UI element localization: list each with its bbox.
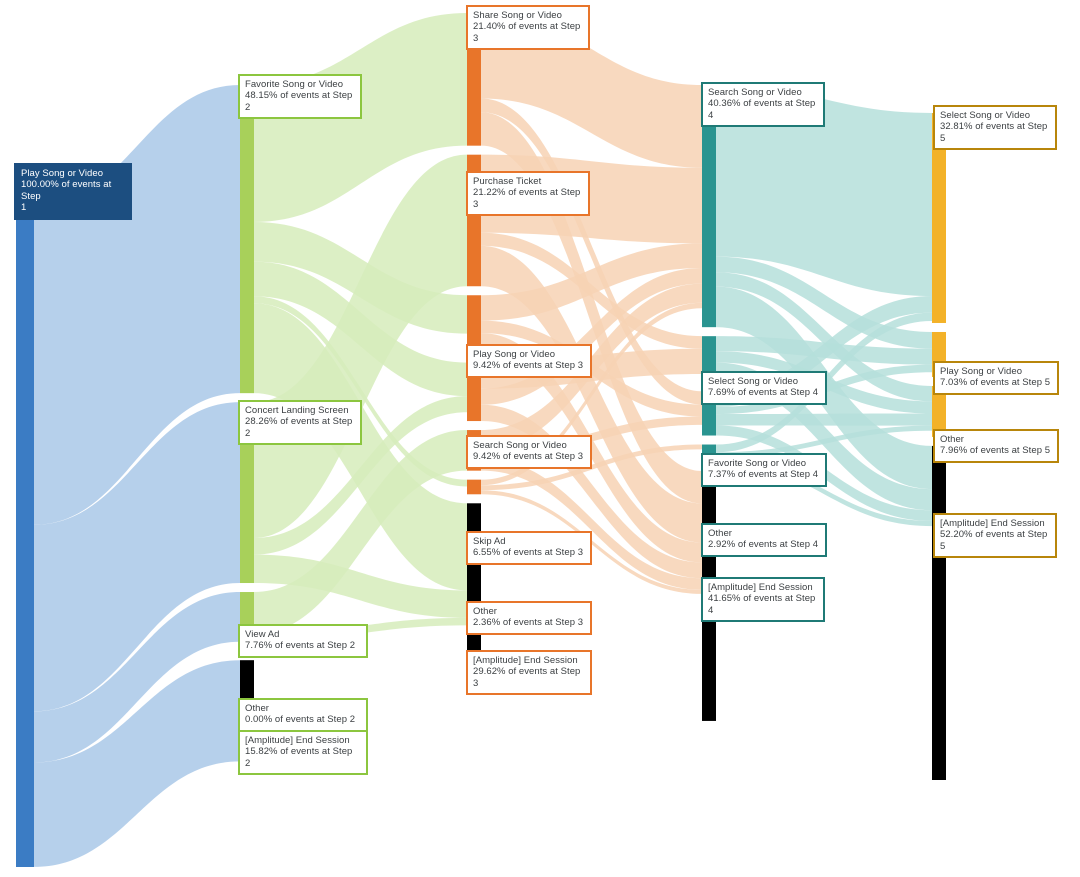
node-label-value: 21.22% of events at Step bbox=[473, 187, 581, 199]
node-label-value: 2.92% of events at Step 4 bbox=[708, 539, 819, 551]
node-label-s5-other[interactable]: Other 7.96% of events at Step 5 bbox=[933, 429, 1059, 463]
node-label-name: Search Song or Video bbox=[473, 440, 567, 451]
node-label-name: Select Song or Video bbox=[940, 110, 1031, 121]
node-label-s3-end[interactable]: [Amplitude] End Session 29.62% of events … bbox=[466, 650, 592, 696]
node-label-value: 32.81% of events at Step bbox=[940, 121, 1048, 133]
node-label-name: Concert Landing Screen bbox=[245, 405, 349, 416]
node-label-value: 48.15% of events at Step bbox=[245, 90, 353, 102]
node-label-value: 28.26% of events at Step bbox=[245, 416, 353, 428]
node-label-s2-favorite[interactable]: Favorite Song or Video 48.15% of events a… bbox=[238, 74, 362, 120]
node-label-s4-other[interactable]: Other 2.92% of events at Step 4 bbox=[701, 523, 827, 557]
node-label-value: 2.36% of events at Step 3 bbox=[473, 617, 584, 629]
node-label-name: [Amplitude] End Session bbox=[245, 735, 350, 746]
node-label-s3-purchase[interactable]: Purchase Ticket 21.22% of events at Step 3 bbox=[466, 171, 590, 217]
node-label-name: Purchase Ticket bbox=[473, 176, 542, 187]
node-label-step: 4 bbox=[708, 604, 714, 616]
node-label-s5-select[interactable]: Select Song or Video 32.81% of events at … bbox=[933, 105, 1057, 151]
node-label-s3-share[interactable]: Share Song or Video 21.40% of events at S… bbox=[466, 5, 590, 51]
node-label-value: 0.00% of events at Step 2 bbox=[245, 714, 356, 726]
node-label-s2-end[interactable]: [Amplitude] End Session 15.82% of events … bbox=[238, 730, 368, 776]
node-label-s5-play[interactable]: Play Song or Video 7.03% of events at Ste… bbox=[933, 361, 1059, 395]
node-label-value: 6.55% of events at Step 3 bbox=[473, 547, 584, 559]
node-label-name: Other bbox=[245, 703, 270, 714]
node-label-step: 2 bbox=[245, 101, 251, 113]
flow-s4-favorite-to-s5-other[interactable] bbox=[716, 413, 932, 426]
node-label-s4-favorite[interactable]: Favorite Song or Video 7.37% of events at… bbox=[701, 453, 827, 487]
node-label-name: Search Song or Video bbox=[708, 87, 802, 98]
node-label-name: Play Song or Video bbox=[473, 349, 556, 360]
node-label-value: 100.00% of events at Step bbox=[21, 179, 112, 202]
node-label-value: 7.03% of events at Step 5 bbox=[940, 377, 1051, 389]
node-label-s4-select[interactable]: Select Song or Video 7.69% of events at S… bbox=[701, 371, 827, 405]
node-label-s5-end[interactable]: [Amplitude] End Session 52.20% of events … bbox=[933, 513, 1057, 559]
node-label-s2-concert[interactable]: Concert Landing Screen 28.26% of events a… bbox=[238, 400, 362, 446]
node-label-value: 7.37% of events at Step 4 bbox=[708, 469, 819, 481]
node-label-step: 2 bbox=[245, 757, 251, 769]
node-label-value: 9.42% of events at Step 3 bbox=[473, 451, 584, 463]
node-label-step: 1 bbox=[21, 202, 27, 214]
node-label-step: 5 bbox=[940, 540, 946, 552]
node-label-s3-search[interactable]: Search Song or Video 9.42% of events at S… bbox=[466, 435, 592, 469]
node-bar-s3-other[interactable] bbox=[467, 479, 481, 495]
node-bar-s5-end[interactable] bbox=[932, 445, 946, 780]
node-label-name: Share Song or Video bbox=[473, 10, 562, 21]
node-label-step: 3 bbox=[473, 198, 479, 210]
node-label-value: 40.36% of events at Step bbox=[708, 98, 816, 110]
node-label-name: Select Song or Video bbox=[708, 376, 799, 387]
node-label-s4-search[interactable]: Search Song or Video 40.36% of events at … bbox=[701, 82, 825, 128]
node-label-name: Favorite Song or Video bbox=[708, 458, 807, 469]
node-label-s3-other[interactable]: Other 2.36% of events at Step 3 bbox=[466, 601, 592, 635]
sankey-diagram: Play Song or Video 100.00% of events at S… bbox=[0, 0, 1080, 877]
node-label-s4-end[interactable]: [Amplitude] End Session 41.65% of events … bbox=[701, 577, 825, 623]
node-label-name: Play Song or Video bbox=[21, 168, 104, 179]
node-label-name: [Amplitude] End Session bbox=[708, 582, 813, 593]
node-label-step: 4 bbox=[708, 109, 714, 121]
node-label-name: Other bbox=[940, 434, 965, 445]
node-label-name: Other bbox=[473, 606, 498, 617]
node-label-s1-play[interactable]: Play Song or Video 100.00% of events at S… bbox=[14, 163, 132, 220]
node-label-step: 3 bbox=[473, 32, 479, 44]
node-label-value: 7.96% of events at Step 5 bbox=[940, 445, 1051, 457]
node-label-s2-other[interactable]: Other 0.00% of events at Step 2 bbox=[238, 698, 368, 732]
node-label-s2-viewad[interactable]: View Ad 7.76% of events at Step 2 bbox=[238, 624, 368, 658]
node-label-value: 52.20% of events at Step bbox=[940, 529, 1048, 541]
node-label-value: 21.40% of events at Step bbox=[473, 21, 581, 33]
node-label-name: [Amplitude] End Session bbox=[940, 518, 1045, 529]
node-label-name: Favorite Song or Video bbox=[245, 79, 344, 90]
node-label-value: 29.62% of events at Step bbox=[473, 666, 581, 678]
node-label-value: 9.42% of events at Step 3 bbox=[473, 360, 584, 372]
node-bar-s1-play[interactable] bbox=[16, 207, 34, 867]
node-bar-s2-favorite[interactable] bbox=[240, 85, 254, 394]
node-label-name: Skip Ad bbox=[473, 536, 506, 547]
node-label-name: Play Song or Video bbox=[940, 366, 1023, 377]
node-label-value: 7.69% of events at Step 4 bbox=[708, 387, 819, 399]
node-label-s3-play[interactable]: Play Song or Video 9.42% of events at Ste… bbox=[466, 344, 592, 378]
node-label-step: 5 bbox=[940, 132, 946, 144]
node-label-name: Other bbox=[708, 528, 733, 539]
node-label-step: 3 bbox=[473, 677, 479, 689]
node-label-name: [Amplitude] End Session bbox=[473, 655, 578, 666]
node-label-s3-skipad[interactable]: Skip Ad 6.55% of events at Step 3 bbox=[466, 531, 592, 565]
node-label-step: 2 bbox=[245, 427, 251, 439]
node-label-value: 41.65% of events at Step bbox=[708, 593, 816, 605]
node-label-value: 15.82% of events at Step bbox=[245, 746, 353, 758]
node-label-name: View Ad bbox=[245, 629, 280, 640]
node-label-value: 7.76% of events at Step 2 bbox=[245, 640, 356, 652]
